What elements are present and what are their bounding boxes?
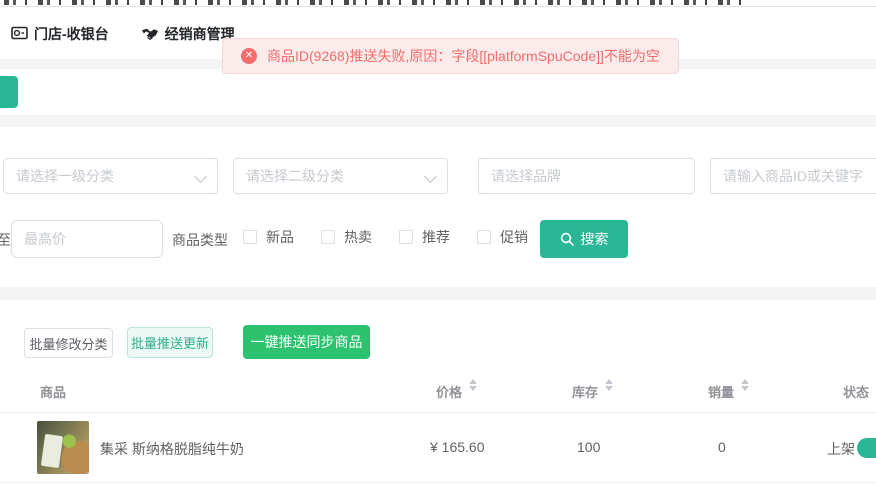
sort-control-sales[interactable] bbox=[741, 379, 749, 391]
separator-band bbox=[0, 287, 876, 300]
error-toast-message: 商品ID(9268)推送失败,原因：字段[[platformSpuCode]]不… bbox=[267, 46, 660, 66]
status-toggle[interactable] bbox=[857, 438, 876, 458]
checkbox-label: 推荐 bbox=[422, 227, 450, 247]
checkbox-label: 热卖 bbox=[344, 227, 372, 247]
sort-asc-icon[interactable] bbox=[741, 379, 749, 384]
tab-dealer-management[interactable]: 经销商管理 bbox=[141, 24, 235, 44]
filter-panel: 至 商品类型 新品 热卖 推荐 促销 搜索 bbox=[0, 127, 876, 287]
product-table-panel: 批量修改分类 批量推送更新 一键推送同步商品 商品 价格 库存 销量 状态 集采… bbox=[0, 300, 876, 493]
checkbox-box[interactable] bbox=[321, 230, 335, 244]
tab-store-cashier-label: 门店-收银台 bbox=[34, 24, 109, 44]
batch-edit-category-button[interactable]: 批量修改分类 bbox=[24, 328, 113, 358]
edge-strip bbox=[0, 69, 876, 115]
cashier-icon bbox=[10, 26, 28, 42]
clipped-top-text-strip bbox=[0, 0, 876, 7]
product-price: ¥ 165.60 bbox=[430, 439, 485, 455]
clipped-glyphs bbox=[4, 0, 746, 5]
batch-push-update-button[interactable]: 批量推送更新 bbox=[127, 327, 213, 358]
product-status-label: 上架 bbox=[827, 439, 855, 459]
column-header-sales: 销量 bbox=[708, 382, 734, 401]
category-level2-select[interactable] bbox=[233, 158, 448, 194]
tab-store-cashier[interactable]: 门店-收银台 bbox=[10, 24, 109, 44]
table-header-row: 商品 价格 库存 销量 状态 bbox=[0, 368, 876, 413]
product-sales: 0 bbox=[718, 439, 726, 455]
sort-desc-icon[interactable] bbox=[741, 386, 749, 391]
sort-asc-icon[interactable] bbox=[469, 379, 477, 384]
checkbox-new-product[interactable]: 新品 bbox=[243, 227, 294, 247]
column-header-stock: 库存 bbox=[572, 382, 598, 401]
checkbox-promotion[interactable]: 促销 bbox=[477, 227, 528, 247]
error-toast: ✕ 商品ID(9268)推送失败,原因：字段[[platformSpuCode]… bbox=[222, 38, 679, 74]
price-range-to-label: 至 bbox=[0, 230, 11, 250]
product-stock: 100 bbox=[577, 439, 600, 455]
product-name: 集采 斯纳格脱脂纯牛奶 bbox=[100, 439, 244, 459]
checkbox-box[interactable] bbox=[399, 230, 413, 244]
checkbox-box[interactable] bbox=[477, 230, 491, 244]
checkbox-label: 促销 bbox=[500, 227, 528, 247]
column-header-goods: 商品 bbox=[40, 382, 66, 401]
sort-asc-icon[interactable] bbox=[605, 379, 613, 384]
search-button[interactable]: 搜索 bbox=[540, 220, 628, 258]
one-click-sync-button[interactable]: 一键推送同步商品 bbox=[243, 325, 370, 359]
table-row: 集采 斯纳格脱脂纯牛奶 ¥ 165.60 100 0 上架 bbox=[0, 413, 876, 483]
checkbox-recommended[interactable]: 推荐 bbox=[399, 227, 450, 247]
keyword-input[interactable] bbox=[710, 158, 876, 194]
product-thumbnail[interactable] bbox=[37, 421, 89, 474]
sort-control-stock[interactable] bbox=[605, 379, 613, 391]
checkbox-label: 新品 bbox=[266, 227, 294, 247]
checkbox-hot-sale[interactable]: 热卖 bbox=[321, 227, 372, 247]
brand-select[interactable] bbox=[478, 158, 695, 194]
error-circle-icon: ✕ bbox=[241, 48, 257, 64]
sort-desc-icon[interactable] bbox=[469, 386, 477, 391]
column-header-status: 状态 bbox=[843, 382, 869, 401]
clipped-green-button[interactable] bbox=[0, 76, 18, 108]
product-management-page: { "nav": { "tabs": [ { "label": "门店-收银台"… bbox=[0, 0, 876, 493]
sort-control-price[interactable] bbox=[469, 379, 477, 391]
search-icon bbox=[560, 232, 574, 246]
column-header-price: 价格 bbox=[436, 382, 462, 401]
max-price-input[interactable] bbox=[11, 220, 163, 258]
product-type-label: 商品类型 bbox=[172, 230, 228, 250]
category-level1-select[interactable] bbox=[3, 158, 218, 194]
dealer-handshake-icon bbox=[141, 26, 159, 42]
sort-desc-icon[interactable] bbox=[605, 386, 613, 391]
search-button-label: 搜索 bbox=[581, 229, 609, 249]
separator-band bbox=[0, 115, 876, 127]
checkbox-box[interactable] bbox=[243, 230, 257, 244]
